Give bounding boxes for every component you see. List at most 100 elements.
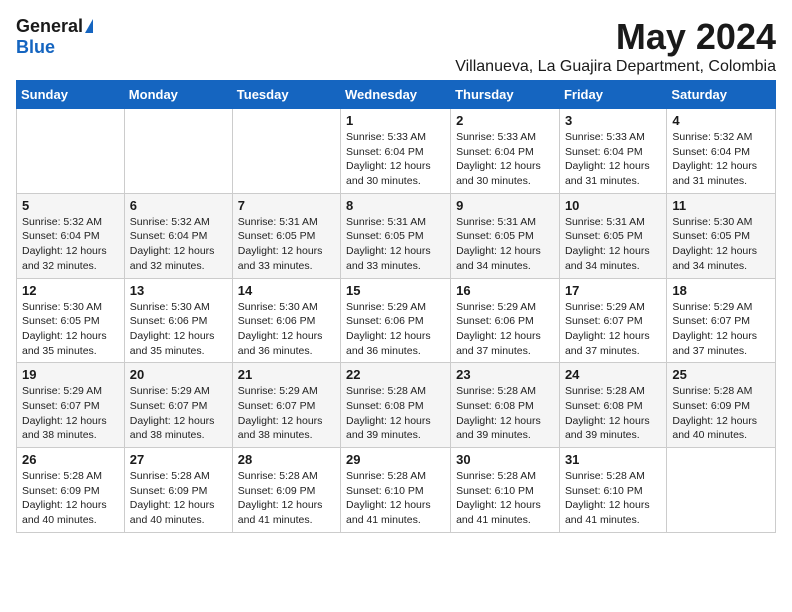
calendar-cell: 31Sunrise: 5:28 AM Sunset: 6:10 PM Dayli… — [559, 448, 666, 533]
day-number: 9 — [456, 198, 554, 213]
calendar-cell — [124, 109, 232, 194]
calendar-cell: 26 Sunrise: 5:28 AM Sunset: 6:09 PM Dayli… — [17, 448, 125, 533]
logo-triangle-icon — [85, 19, 93, 33]
day-number: 5 — [22, 198, 119, 213]
day-info: Sunrise: 5:29 AM Sunset: 6:06 PM Dayligh… — [346, 300, 445, 359]
day-number: 4 — [672, 113, 770, 128]
calendar-header-sunday: Sunday — [17, 81, 125, 109]
calendar-header-tuesday: Tuesday — [232, 81, 340, 109]
day-info: Sunrise: 5:31 AM Sunset: 6:05 PM Dayligh… — [346, 215, 445, 274]
day-number: 12 — [22, 283, 119, 298]
page-header: General Blue May 2024 Villanueva, La Gua… — [16, 16, 776, 76]
calendar-cell: 21 Sunrise: 5:29 AM Sunset: 6:07 PM Dayli… — [232, 363, 340, 448]
day-info: Sunrise: 5:31 AM Sunset: 6:05 PM Dayligh… — [238, 215, 335, 274]
day-info: Sunrise: 5:28 AM Sunset: 6:08 PM Dayligh… — [346, 384, 445, 443]
calendar-cell: 29 Sunrise: 5:28 AM Sunset: 6:10 PM Dayli… — [341, 448, 451, 533]
day-number: 23 — [456, 367, 554, 382]
calendar-header-wednesday: Wednesday — [341, 81, 451, 109]
day-info: Sunrise: 5:30 AM Sunset: 6:06 PM Dayligh… — [130, 300, 227, 359]
calendar-cell: 14 Sunrise: 5:30 AM Sunset: 6:06 PM Dayli… — [232, 278, 340, 363]
day-info: Sunrise: 5:33 AM Sunset: 6:04 PM Dayligh… — [346, 130, 445, 189]
calendar-cell: 5 Sunrise: 5:32 AM Sunset: 6:04 PM Daylig… — [17, 193, 125, 278]
calendar-week-5: 26 Sunrise: 5:28 AM Sunset: 6:09 PM Dayli… — [17, 448, 776, 533]
day-info: Sunrise: 5:28 AM Sunset: 6:09 PM Dayligh… — [22, 469, 119, 528]
calendar-cell: 24Sunrise: 5:28 AM Sunset: 6:08 PM Dayli… — [559, 363, 666, 448]
day-info: Sunrise: 5:28 AM Sunset: 6:10 PM Dayligh… — [565, 469, 661, 528]
day-info: Sunrise: 5:28 AM Sunset: 6:08 PM Dayligh… — [456, 384, 554, 443]
calendar-cell — [232, 109, 340, 194]
calendar-cell: 20Sunrise: 5:29 AM Sunset: 6:07 PM Dayli… — [124, 363, 232, 448]
day-info: Sunrise: 5:29 AM Sunset: 6:07 PM Dayligh… — [238, 384, 335, 443]
calendar-cell — [667, 448, 776, 533]
calendar-week-2: 5 Sunrise: 5:32 AM Sunset: 6:04 PM Daylig… — [17, 193, 776, 278]
title-section: May 2024 Villanueva, La Guajira Departme… — [455, 16, 776, 76]
day-info: Sunrise: 5:32 AM Sunset: 6:04 PM Dayligh… — [130, 215, 227, 274]
day-number: 11 — [672, 198, 770, 213]
logo-blue: Blue — [16, 37, 55, 58]
day-number: 6 — [130, 198, 227, 213]
calendar-header-friday: Friday — [559, 81, 666, 109]
calendar-cell: 15 Sunrise: 5:29 AM Sunset: 6:06 PM Dayli… — [341, 278, 451, 363]
day-number: 18 — [672, 283, 770, 298]
calendar-header-row: SundayMondayTuesdayWednesdayThursdayFrid… — [17, 81, 776, 109]
day-info: Sunrise: 5:29 AM Sunset: 6:07 PM Dayligh… — [565, 300, 661, 359]
day-info: Sunrise: 5:31 AM Sunset: 6:05 PM Dayligh… — [456, 215, 554, 274]
day-number: 10 — [565, 198, 661, 213]
day-info: Sunrise: 5:28 AM Sunset: 6:09 PM Dayligh… — [238, 469, 335, 528]
calendar-cell: 11 Sunrise: 5:30 AM Sunset: 6:05 PM Dayli… — [667, 193, 776, 278]
day-number: 30 — [456, 452, 554, 467]
day-info: Sunrise: 5:32 AM Sunset: 6:04 PM Dayligh… — [22, 215, 119, 274]
day-number: 8 — [346, 198, 445, 213]
calendar-week-4: 19 Sunrise: 5:29 AM Sunset: 6:07 PM Dayli… — [17, 363, 776, 448]
calendar-table: SundayMondayTuesdayWednesdayThursdayFrid… — [16, 80, 776, 533]
day-number: 15 — [346, 283, 445, 298]
day-info: Sunrise: 5:33 AM Sunset: 6:04 PM Dayligh… — [456, 130, 554, 189]
calendar-cell: 25 Sunrise: 5:28 AM Sunset: 6:09 PM Dayli… — [667, 363, 776, 448]
calendar-header-saturday: Saturday — [667, 81, 776, 109]
calendar-cell: 18 Sunrise: 5:29 AM Sunset: 6:07 PM Dayli… — [667, 278, 776, 363]
day-number: 19 — [22, 367, 119, 382]
day-info: Sunrise: 5:29 AM Sunset: 6:07 PM Dayligh… — [672, 300, 770, 359]
calendar-cell: 17Sunrise: 5:29 AM Sunset: 6:07 PM Dayli… — [559, 278, 666, 363]
calendar-cell: 27Sunrise: 5:28 AM Sunset: 6:09 PM Dayli… — [124, 448, 232, 533]
calendar-header-monday: Monday — [124, 81, 232, 109]
day-info: Sunrise: 5:31 AM Sunset: 6:05 PM Dayligh… — [565, 215, 661, 274]
calendar-cell: 1 Sunrise: 5:33 AM Sunset: 6:04 PM Daylig… — [341, 109, 451, 194]
day-info: Sunrise: 5:28 AM Sunset: 6:10 PM Dayligh… — [346, 469, 445, 528]
location-title: Villanueva, La Guajira Department, Colom… — [455, 58, 776, 76]
calendar-cell: 8 Sunrise: 5:31 AM Sunset: 6:05 PM Daylig… — [341, 193, 451, 278]
day-number: 22 — [346, 367, 445, 382]
calendar-cell: 19Sunrise: 5:29 AM Sunset: 6:07 PM Dayli… — [17, 363, 125, 448]
calendar-cell: 30 Sunrise: 5:28 AM Sunset: 6:10 PM Dayli… — [451, 448, 560, 533]
day-number: 26 — [22, 452, 119, 467]
calendar-cell: 6 Sunrise: 5:32 AM Sunset: 6:04 PM Daylig… — [124, 193, 232, 278]
day-number: 16 — [456, 283, 554, 298]
day-number: 25 — [672, 367, 770, 382]
calendar-cell: 23 Sunrise: 5:28 AM Sunset: 6:08 PM Dayli… — [451, 363, 560, 448]
day-number: 21 — [238, 367, 335, 382]
day-number: 29 — [346, 452, 445, 467]
calendar-cell: 12 Sunrise: 5:30 AM Sunset: 6:05 PM Dayli… — [17, 278, 125, 363]
day-info: Sunrise: 5:33 AM Sunset: 6:04 PM Dayligh… — [565, 130, 661, 189]
day-info: Sunrise: 5:30 AM Sunset: 6:05 PM Dayligh… — [672, 215, 770, 274]
calendar-cell: 13Sunrise: 5:30 AM Sunset: 6:06 PM Dayli… — [124, 278, 232, 363]
day-number: 7 — [238, 198, 335, 213]
calendar-cell: 9 Sunrise: 5:31 AM Sunset: 6:05 PM Daylig… — [451, 193, 560, 278]
calendar-cell — [17, 109, 125, 194]
calendar-cell: 7 Sunrise: 5:31 AM Sunset: 6:05 PM Daylig… — [232, 193, 340, 278]
calendar-cell: 16 Sunrise: 5:29 AM Sunset: 6:06 PM Dayli… — [451, 278, 560, 363]
day-info: Sunrise: 5:30 AM Sunset: 6:05 PM Dayligh… — [22, 300, 119, 359]
calendar-cell: 2Sunrise: 5:33 AM Sunset: 6:04 PM Daylig… — [451, 109, 560, 194]
day-info: Sunrise: 5:28 AM Sunset: 6:10 PM Dayligh… — [456, 469, 554, 528]
day-number: 14 — [238, 283, 335, 298]
day-info: Sunrise: 5:29 AM Sunset: 6:06 PM Dayligh… — [456, 300, 554, 359]
day-info: Sunrise: 5:30 AM Sunset: 6:06 PM Dayligh… — [238, 300, 335, 359]
day-number: 1 — [346, 113, 445, 128]
day-number: 28 — [238, 452, 335, 467]
day-info: Sunrise: 5:28 AM Sunset: 6:09 PM Dayligh… — [672, 384, 770, 443]
calendar-cell: 3Sunrise: 5:33 AM Sunset: 6:04 PM Daylig… — [559, 109, 666, 194]
day-number: 20 — [130, 367, 227, 382]
calendar-week-1: 1 Sunrise: 5:33 AM Sunset: 6:04 PM Daylig… — [17, 109, 776, 194]
calendar-cell: 28 Sunrise: 5:28 AM Sunset: 6:09 PM Dayli… — [232, 448, 340, 533]
calendar-week-3: 12 Sunrise: 5:30 AM Sunset: 6:05 PM Dayli… — [17, 278, 776, 363]
